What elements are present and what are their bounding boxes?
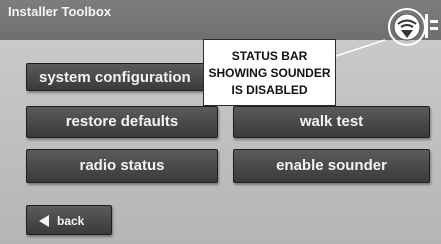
walk-test-label: walk test [299, 113, 364, 130]
radio-status-label: radio status [79, 157, 165, 174]
status-title: Installer Toolbox [8, 4, 112, 19]
system-configuration-button[interactable]: system configuration [26, 63, 216, 91]
callout-line-1: STATUS BAR [231, 49, 308, 63]
restore-defaults-label: restore defaults [65, 113, 179, 130]
enable-sounder-button[interactable]: enable sounder [233, 149, 430, 183]
enable-sounder-label: enable sounder [276, 157, 387, 174]
callout-line-2: SHOWING SOUNDER [208, 66, 331, 80]
callout-box: STATUS BAR SHOWING SOUNDER IS DISABLED [203, 39, 336, 106]
touchscreen-panel: Installer Toolbox system configuration r… [0, 0, 441, 244]
sounder-disabled-icon [393, 14, 438, 41]
back-button[interactable]: back [26, 205, 112, 235]
restore-defaults-button[interactable]: restore defaults [26, 106, 218, 138]
radio-status-button[interactable]: radio status [26, 149, 218, 183]
system-configuration-label: system configuration [39, 69, 191, 86]
back-label: back [57, 214, 85, 228]
back-arrow-icon [39, 215, 49, 227]
status-bar: Installer Toolbox [0, 0, 441, 40]
walk-test-button[interactable]: walk test [233, 106, 430, 138]
callout-line-3: IS DISABLED [231, 83, 308, 97]
